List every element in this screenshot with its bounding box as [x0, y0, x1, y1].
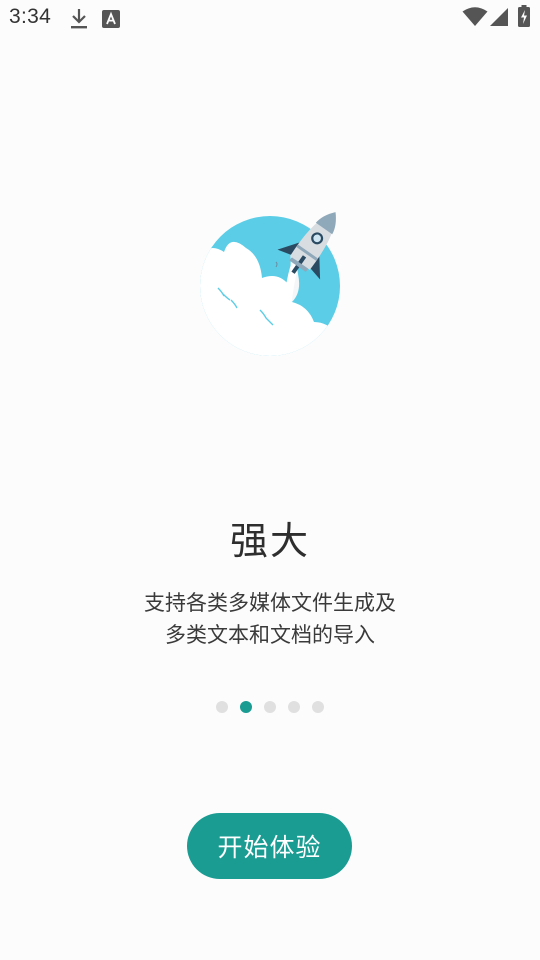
start-experience-button[interactable]: 开始体验: [187, 813, 352, 879]
onboarding-title: 强大: [229, 519, 310, 563]
page-dot-4[interactable]: [288, 701, 300, 713]
download-icon: [71, 9, 87, 29]
page-indicator: [0, 701, 540, 715]
wifi-icon: [462, 7, 488, 26]
description-line-1: 支持各类多媒体文件生成及: [144, 591, 396, 615]
battery-charging-icon: [518, 5, 530, 27]
page-dot-5[interactable]: [312, 701, 324, 713]
onboarding-description: 支持各类多媒体文件生成及 多类文本和文档的导入: [0, 587, 540, 651]
status-bar: 3:34: [0, 0, 540, 36]
page-dot-2-active[interactable]: [240, 701, 252, 713]
status-time: 3:34: [9, 5, 52, 28]
a-badge-icon: [102, 10, 120, 28]
cell-signal-icon: [490, 8, 508, 26]
description-line-2: 多类文本和文档的导入: [165, 623, 375, 647]
rocket-launch-illustration: [200, 212, 340, 356]
page-dot-1[interactable]: [216, 701, 228, 713]
page-dot-3[interactable]: [264, 701, 276, 713]
